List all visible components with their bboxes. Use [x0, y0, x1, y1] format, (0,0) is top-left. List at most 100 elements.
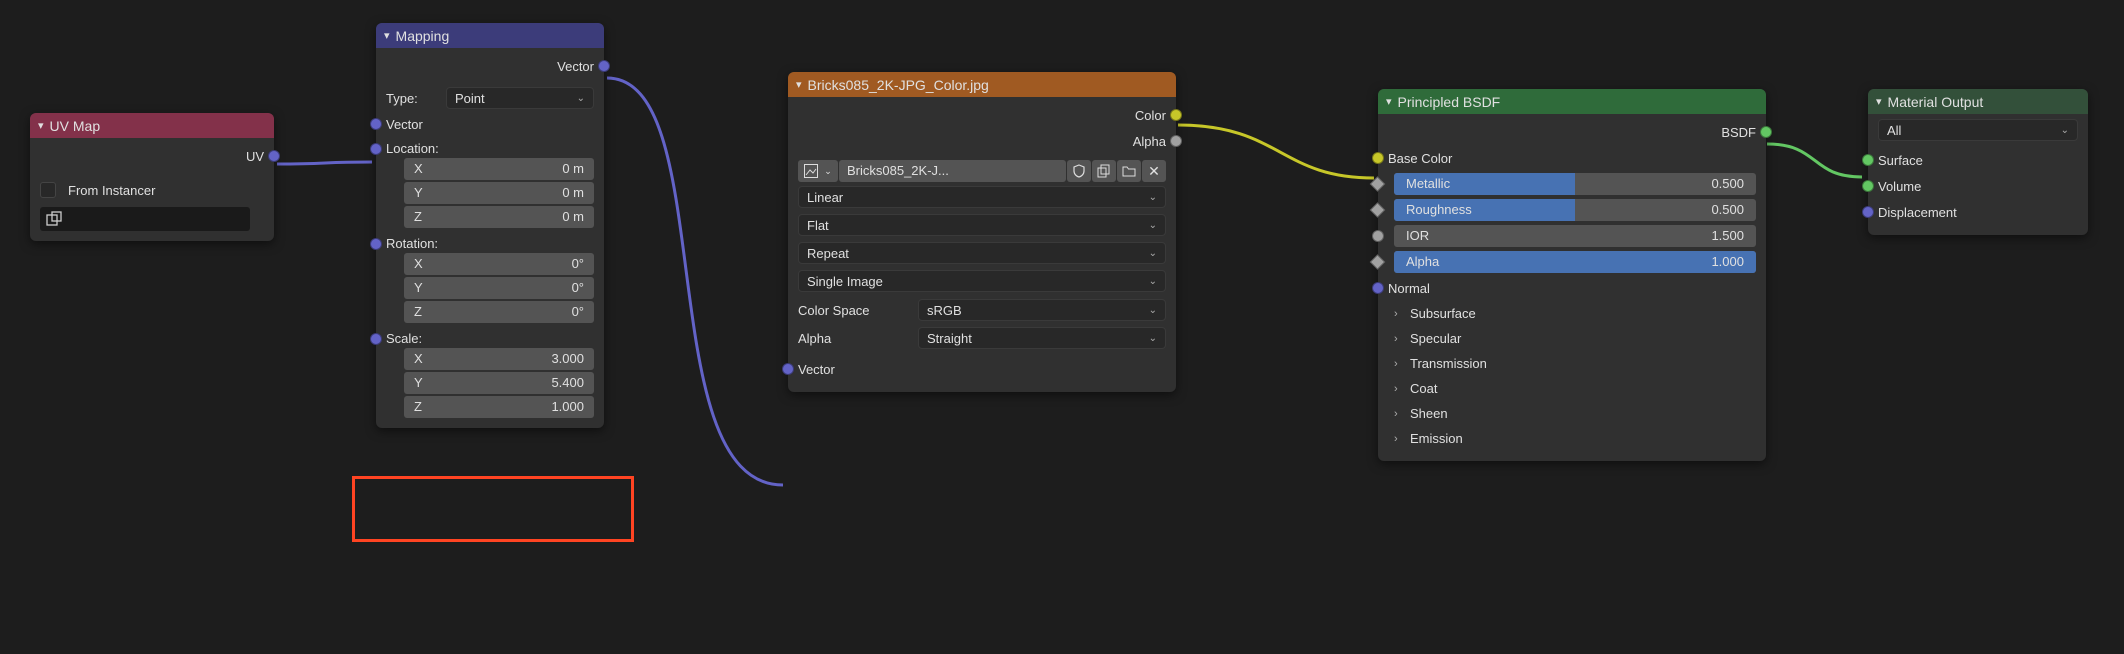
- unlink-image-button[interactable]: ✕: [1142, 160, 1166, 182]
- mapping-type-dropdown[interactable]: Point ⌄: [446, 87, 594, 109]
- extension-dropdown[interactable]: Repeat⌄: [798, 242, 1166, 264]
- rotation-z-field[interactable]: Z0°: [404, 301, 594, 323]
- node-header[interactable]: ▾ Mapping: [376, 23, 604, 48]
- scale-x-field[interactable]: X3.000: [404, 348, 594, 370]
- node-principled-bsdf[interactable]: ▾ Principled BSDF BSDF Base Color Metall…: [1378, 89, 1766, 461]
- annotation-highlight-box: [352, 476, 634, 542]
- socket-label-vector-in: Vector: [386, 117, 423, 132]
- fake-user-button[interactable]: [1067, 160, 1091, 182]
- socket-input-displacement[interactable]: [1862, 206, 1874, 218]
- chevron-down-icon: ⌄: [1149, 305, 1157, 316]
- normal-label: Normal: [1388, 281, 1430, 296]
- node-title: Principled BSDF: [1398, 94, 1501, 110]
- group-label: Emission: [1410, 431, 1463, 446]
- location-x-field[interactable]: X0 m: [404, 158, 594, 180]
- socket-input-ior[interactable]: [1372, 230, 1384, 242]
- source-dropdown[interactable]: Single Image⌄: [798, 270, 1166, 292]
- socket-input-vector[interactable]: [782, 363, 794, 375]
- location-z-field[interactable]: Z0 m: [404, 206, 594, 228]
- interpolation-dropdown[interactable]: Linear ⌄: [798, 186, 1166, 208]
- chevron-right-icon: ›: [1394, 433, 1404, 445]
- roughness-slider[interactable]: Roughness 0.500: [1394, 199, 1756, 221]
- socket-input-volume[interactable]: [1862, 180, 1874, 192]
- alpha-mode-label: Alpha: [798, 331, 910, 346]
- from-instancer-checkbox[interactable]: [40, 182, 56, 198]
- group-label: Coat: [1410, 381, 1437, 396]
- alpha-mode-dropdown[interactable]: Straight⌄: [918, 327, 1166, 349]
- socket-input-metallic[interactable]: [1370, 176, 1386, 192]
- color-space-dropdown[interactable]: sRGB ⌄: [918, 299, 1166, 321]
- chevron-down-icon: ⌄: [2061, 125, 2069, 136]
- image-browse-button[interactable]: ⌄: [798, 160, 838, 182]
- open-image-button[interactable]: [1117, 160, 1141, 182]
- scale-z-field[interactable]: Z1.000: [404, 396, 594, 418]
- rotation-y-field[interactable]: Y0°: [404, 277, 594, 299]
- shield-icon: [1073, 164, 1085, 178]
- socket-label-vector-out: Vector: [557, 59, 594, 74]
- duplicate-image-button[interactable]: [1092, 160, 1116, 182]
- node-header[interactable]: ▾ UV Map: [30, 113, 274, 138]
- node-header[interactable]: ▾ Bricks085_2K-JPG_Color.jpg: [788, 72, 1176, 97]
- socket-label-uv: UV: [246, 149, 264, 164]
- node-image-texture[interactable]: ▾ Bricks085_2K-JPG_Color.jpg Color Alpha…: [788, 72, 1176, 392]
- socket-input-normal[interactable]: [1372, 282, 1384, 294]
- chevron-right-icon: ›: [1394, 308, 1404, 320]
- ior-slider[interactable]: IOR 1.500: [1394, 225, 1756, 247]
- chevron-down-icon: ⌄: [1149, 333, 1157, 344]
- socket-output-alpha[interactable]: [1170, 135, 1182, 147]
- node-header[interactable]: ▾ Material Output: [1868, 89, 2088, 114]
- location-y-field[interactable]: Y0 m: [404, 182, 594, 204]
- interpolation-value: Linear: [807, 190, 843, 205]
- node-material-output[interactable]: ▾ Material Output All ⌄ Surface Volume Di…: [1868, 89, 2088, 235]
- chevron-down-icon: ▾: [384, 29, 390, 42]
- socket-input-alpha[interactable]: [1370, 254, 1386, 270]
- socket-input-base-color[interactable]: [1372, 152, 1384, 164]
- socket-input-scale[interactable]: [370, 333, 382, 345]
- folder-icon: [1122, 165, 1136, 177]
- projection-dropdown[interactable]: Flat⌄: [798, 214, 1166, 236]
- chevron-down-icon: ⌄: [1149, 192, 1157, 203]
- group-subsurface[interactable]: › Subsurface: [1388, 301, 1756, 326]
- socket-input-surface[interactable]: [1862, 154, 1874, 166]
- socket-input-location[interactable]: [370, 143, 382, 155]
- socket-output-uv[interactable]: [268, 150, 280, 162]
- projection-value: Flat: [807, 218, 829, 233]
- group-emission[interactable]: › Emission: [1388, 426, 1756, 451]
- chevron-right-icon: ›: [1394, 333, 1404, 345]
- rotation-x-field[interactable]: X0°: [404, 253, 594, 275]
- color-space-label: Color Space: [798, 303, 910, 318]
- volume-label: Volume: [1878, 179, 1921, 194]
- duplicate-icon: [1097, 164, 1111, 178]
- group-transmission[interactable]: ›Transmission: [1388, 351, 1756, 376]
- socket-label-color: Color: [1135, 108, 1166, 123]
- group-sheen[interactable]: ›Sheen: [1388, 401, 1756, 426]
- scale-y-field[interactable]: Y5.400: [404, 372, 594, 394]
- node-header[interactable]: ▾ Principled BSDF: [1378, 89, 1766, 114]
- uvmap-selector[interactable]: [40, 207, 250, 231]
- chevron-right-icon: ›: [1394, 358, 1404, 370]
- metallic-slider[interactable]: Metallic 0.500: [1394, 173, 1756, 195]
- image-icon: [804, 164, 822, 178]
- group-specular[interactable]: ›Specular: [1388, 326, 1756, 351]
- close-icon: ✕: [1148, 163, 1160, 180]
- target-dropdown[interactable]: All ⌄: [1878, 119, 2078, 141]
- group-coat[interactable]: ›Coat: [1388, 376, 1756, 401]
- node-mapping[interactable]: ▾ Mapping Vector Type: Point ⌄ Vector Lo…: [376, 23, 604, 428]
- group-label: Subsurface: [1410, 306, 1476, 321]
- color-space-value: sRGB: [927, 303, 962, 318]
- socket-output-bsdf[interactable]: [1760, 126, 1772, 138]
- displacement-label: Displacement: [1878, 205, 1957, 220]
- target-value: All: [1887, 123, 1901, 138]
- socket-output-color[interactable]: [1170, 109, 1182, 121]
- socket-input-rotation[interactable]: [370, 238, 382, 250]
- node-uv-map[interactable]: ▾ UV Map UV From Instancer: [30, 113, 274, 241]
- socket-output-vector[interactable]: [598, 60, 610, 72]
- chevron-down-icon: ▾: [796, 78, 802, 91]
- socket-label-vector-in: Vector: [798, 362, 835, 377]
- node-title: Mapping: [396, 28, 450, 44]
- alpha-slider[interactable]: Alpha 1.000: [1394, 251, 1756, 273]
- socket-input-vector[interactable]: [370, 118, 382, 130]
- image-name-field[interactable]: Bricks085_2K-J...: [839, 160, 1066, 182]
- socket-input-roughness[interactable]: [1370, 202, 1386, 218]
- surface-label: Surface: [1878, 153, 1923, 168]
